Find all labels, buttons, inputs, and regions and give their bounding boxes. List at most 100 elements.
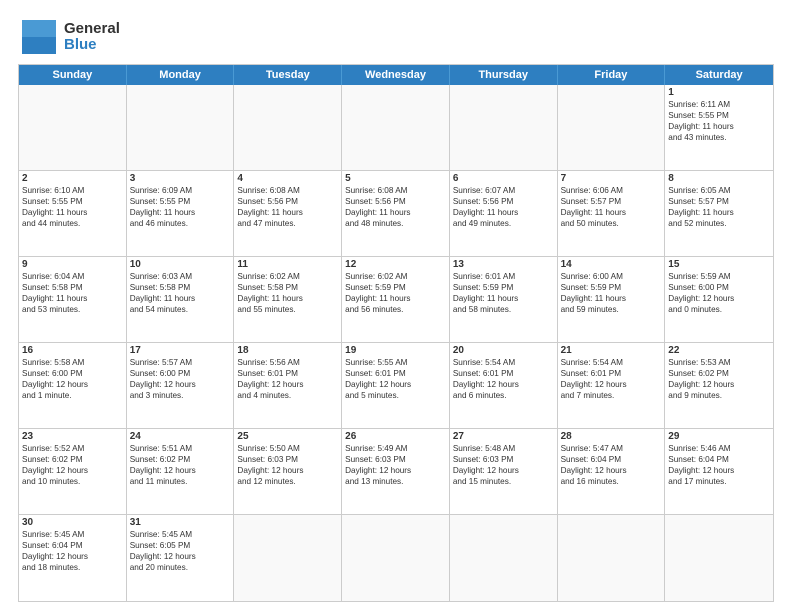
day-info: Sunrise: 5:56 AMSunset: 6:01 PMDaylight:… (237, 357, 338, 401)
day-number: 8 (668, 173, 770, 184)
day-number: 14 (561, 259, 662, 270)
calendar-cell: 2Sunrise: 6:10 AMSunset: 5:55 PMDaylight… (19, 171, 127, 256)
calendar-cell (234, 515, 342, 601)
day-number: 6 (453, 173, 554, 184)
day-info: Sunrise: 6:00 AMSunset: 5:59 PMDaylight:… (561, 271, 662, 315)
day-number: 28 (561, 431, 662, 442)
day-info: Sunrise: 6:01 AMSunset: 5:59 PMDaylight:… (453, 271, 554, 315)
calendar-cell: 15Sunrise: 5:59 AMSunset: 6:00 PMDayligh… (665, 257, 773, 342)
day-info: Sunrise: 6:08 AMSunset: 5:56 PMDaylight:… (345, 185, 446, 229)
day-number: 1 (668, 87, 770, 98)
day-info: Sunrise: 5:58 AMSunset: 6:00 PMDaylight:… (22, 357, 123, 401)
calendar-cell: 9Sunrise: 6:04 AMSunset: 5:58 PMDaylight… (19, 257, 127, 342)
day-info: Sunrise: 5:45 AMSunset: 6:04 PMDaylight:… (22, 529, 123, 573)
calendar-cell: 21Sunrise: 5:54 AMSunset: 6:01 PMDayligh… (558, 343, 666, 428)
weekday-header-saturday: Saturday (665, 65, 773, 85)
calendar-cell: 13Sunrise: 6:01 AMSunset: 5:59 PMDayligh… (450, 257, 558, 342)
day-info: Sunrise: 6:05 AMSunset: 5:57 PMDaylight:… (668, 185, 770, 229)
day-number: 23 (22, 431, 123, 442)
calendar-cell: 14Sunrise: 6:00 AMSunset: 5:59 PMDayligh… (558, 257, 666, 342)
logo-text: GeneralBlue (64, 21, 120, 54)
day-info: Sunrise: 6:08 AMSunset: 5:56 PMDaylight:… (237, 185, 338, 229)
day-number: 20 (453, 345, 554, 356)
day-info: Sunrise: 6:11 AMSunset: 5:55 PMDaylight:… (668, 99, 770, 143)
day-info: Sunrise: 5:59 AMSunset: 6:00 PMDaylight:… (668, 271, 770, 315)
day-info: Sunrise: 6:02 AMSunset: 5:59 PMDaylight:… (345, 271, 446, 315)
day-number: 4 (237, 173, 338, 184)
day-info: Sunrise: 5:52 AMSunset: 6:02 PMDaylight:… (22, 443, 123, 487)
calendar-cell: 28Sunrise: 5:47 AMSunset: 6:04 PMDayligh… (558, 429, 666, 514)
calendar-week-3: 9Sunrise: 6:04 AMSunset: 5:58 PMDaylight… (19, 257, 773, 343)
calendar-week-6: 30Sunrise: 5:45 AMSunset: 6:04 PMDayligh… (19, 515, 773, 601)
day-info: Sunrise: 6:10 AMSunset: 5:55 PMDaylight:… (22, 185, 123, 229)
day-number: 9 (22, 259, 123, 270)
day-info: Sunrise: 5:55 AMSunset: 6:01 PMDaylight:… (345, 357, 446, 401)
calendar-cell: 5Sunrise: 6:08 AMSunset: 5:56 PMDaylight… (342, 171, 450, 256)
calendar-cell: 25Sunrise: 5:50 AMSunset: 6:03 PMDayligh… (234, 429, 342, 514)
calendar-cell: 24Sunrise: 5:51 AMSunset: 6:02 PMDayligh… (127, 429, 235, 514)
day-number: 16 (22, 345, 123, 356)
calendar-cell (450, 515, 558, 601)
weekday-header-friday: Friday (558, 65, 666, 85)
day-info: Sunrise: 5:51 AMSunset: 6:02 PMDaylight:… (130, 443, 231, 487)
day-number: 2 (22, 173, 123, 184)
calendar-cell: 30Sunrise: 5:45 AMSunset: 6:04 PMDayligh… (19, 515, 127, 601)
day-number: 10 (130, 259, 231, 270)
generalblue-icon (18, 16, 60, 58)
day-number: 27 (453, 431, 554, 442)
calendar-cell: 3Sunrise: 6:09 AMSunset: 5:55 PMDaylight… (127, 171, 235, 256)
day-number: 19 (345, 345, 446, 356)
calendar-cell: 6Sunrise: 6:07 AMSunset: 5:56 PMDaylight… (450, 171, 558, 256)
calendar-cell: 20Sunrise: 5:54 AMSunset: 6:01 PMDayligh… (450, 343, 558, 428)
calendar-week-5: 23Sunrise: 5:52 AMSunset: 6:02 PMDayligh… (19, 429, 773, 515)
day-info: Sunrise: 5:49 AMSunset: 6:03 PMDaylight:… (345, 443, 446, 487)
calendar-cell: 29Sunrise: 5:46 AMSunset: 6:04 PMDayligh… (665, 429, 773, 514)
calendar-cell: 23Sunrise: 5:52 AMSunset: 6:02 PMDayligh… (19, 429, 127, 514)
calendar-cell (127, 85, 235, 170)
calendar-cell: 19Sunrise: 5:55 AMSunset: 6:01 PMDayligh… (342, 343, 450, 428)
day-number: 7 (561, 173, 662, 184)
calendar-week-1: 1Sunrise: 6:11 AMSunset: 5:55 PMDaylight… (19, 85, 773, 171)
page: GeneralBlue SundayMondayTuesdayWednesday… (0, 0, 792, 612)
calendar-cell: 11Sunrise: 6:02 AMSunset: 5:58 PMDayligh… (234, 257, 342, 342)
day-number: 15 (668, 259, 770, 270)
day-number: 17 (130, 345, 231, 356)
calendar-cell: 22Sunrise: 5:53 AMSunset: 6:02 PMDayligh… (665, 343, 773, 428)
calendar-cell (342, 515, 450, 601)
weekday-header-monday: Monday (127, 65, 235, 85)
calendar-cell (558, 515, 666, 601)
day-info: Sunrise: 5:47 AMSunset: 6:04 PMDaylight:… (561, 443, 662, 487)
day-info: Sunrise: 5:53 AMSunset: 6:02 PMDaylight:… (668, 357, 770, 401)
day-info: Sunrise: 5:50 AMSunset: 6:03 PMDaylight:… (237, 443, 338, 487)
calendar-header: SundayMondayTuesdayWednesdayThursdayFrid… (19, 65, 773, 85)
day-info: Sunrise: 5:54 AMSunset: 6:01 PMDaylight:… (453, 357, 554, 401)
day-info: Sunrise: 6:09 AMSunset: 5:55 PMDaylight:… (130, 185, 231, 229)
calendar-week-4: 16Sunrise: 5:58 AMSunset: 6:00 PMDayligh… (19, 343, 773, 429)
calendar-cell (558, 85, 666, 170)
day-number: 30 (22, 517, 123, 528)
day-info: Sunrise: 6:03 AMSunset: 5:58 PMDaylight:… (130, 271, 231, 315)
day-number: 3 (130, 173, 231, 184)
day-number: 11 (237, 259, 338, 270)
day-number: 25 (237, 431, 338, 442)
weekday-header-sunday: Sunday (19, 65, 127, 85)
day-info: Sunrise: 5:57 AMSunset: 6:00 PMDaylight:… (130, 357, 231, 401)
calendar-cell (450, 85, 558, 170)
day-info: Sunrise: 6:02 AMSunset: 5:58 PMDaylight:… (237, 271, 338, 315)
day-number: 5 (345, 173, 446, 184)
calendar-cell: 17Sunrise: 5:57 AMSunset: 6:00 PMDayligh… (127, 343, 235, 428)
day-info: Sunrise: 5:45 AMSunset: 6:05 PMDaylight:… (130, 529, 231, 573)
calendar-cell: 10Sunrise: 6:03 AMSunset: 5:58 PMDayligh… (127, 257, 235, 342)
calendar-cell (342, 85, 450, 170)
calendar-cell: 27Sunrise: 5:48 AMSunset: 6:03 PMDayligh… (450, 429, 558, 514)
calendar-cell: 16Sunrise: 5:58 AMSunset: 6:00 PMDayligh… (19, 343, 127, 428)
weekday-header-thursday: Thursday (450, 65, 558, 85)
day-info: Sunrise: 5:48 AMSunset: 6:03 PMDaylight:… (453, 443, 554, 487)
calendar-cell: 7Sunrise: 6:06 AMSunset: 5:57 PMDaylight… (558, 171, 666, 256)
logo: GeneralBlue (18, 16, 120, 58)
day-info: Sunrise: 6:07 AMSunset: 5:56 PMDaylight:… (453, 185, 554, 229)
day-number: 29 (668, 431, 770, 442)
calendar-body: 1Sunrise: 6:11 AMSunset: 5:55 PMDaylight… (19, 85, 773, 601)
day-number: 31 (130, 517, 231, 528)
calendar-week-2: 2Sunrise: 6:10 AMSunset: 5:55 PMDaylight… (19, 171, 773, 257)
